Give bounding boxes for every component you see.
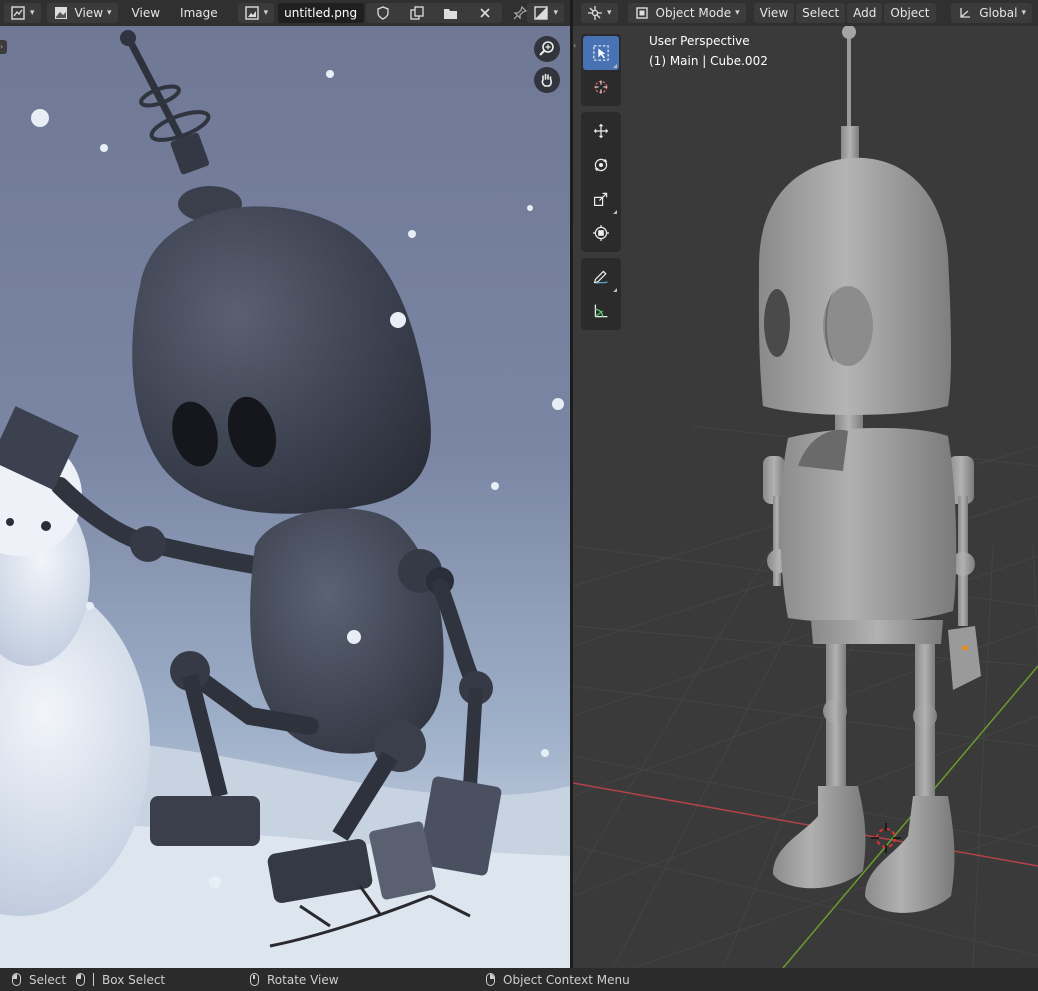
transform-orientation-dropdown[interactable]: Global ▾ — [951, 3, 1032, 23]
view-mode-label: View — [74, 6, 104, 20]
viewport-perspective-label: User Perspective — [649, 34, 750, 48]
chevron-down-icon: ▾ — [553, 8, 558, 18]
tool-group-transform — [581, 112, 621, 252]
mode-dropdown[interactable]: Object Mode ▾ — [627, 3, 746, 23]
chevron-down-icon: ▾ — [263, 8, 269, 18]
mouse-left-icon — [12, 973, 21, 986]
menu-view[interactable]: View — [753, 3, 795, 23]
sidebar-toggle[interactable]: › — [0, 40, 7, 54]
pan-button[interactable] — [534, 67, 560, 93]
3d-viewport: ▾ Object Mode ▾ View Select Add Object G… — [573, 0, 1038, 968]
chevron-down-icon: ▾ — [30, 8, 35, 18]
viewport-header: ▾ Object Mode ▾ View Select Add Object G… — [573, 0, 1038, 26]
cursor-icon — [593, 79, 609, 95]
menu-add[interactable]: Add — [847, 3, 883, 23]
status-context-menu: Object Context Menu — [486, 973, 630, 987]
transform-icon — [593, 225, 609, 241]
robot-model — [758, 26, 981, 913]
image-browse-icon — [244, 5, 260, 21]
transform-orientation-label: Global — [979, 6, 1018, 20]
zoom-icon — [539, 41, 555, 57]
scale-icon — [593, 191, 609, 207]
image-datablock-buttons — [365, 3, 502, 23]
rotate-tool[interactable] — [583, 148, 619, 182]
mouse-right-icon — [486, 973, 495, 986]
measure-tool[interactable] — [583, 294, 619, 328]
viewport-canvas[interactable]: User Perspective (1) Main | Cube.002 ‹ — [573, 26, 1038, 968]
move-tool[interactable] — [583, 114, 619, 148]
mode-label: Object Mode — [655, 6, 732, 20]
close-icon[interactable] — [468, 5, 502, 21]
menu-image[interactable]: Image — [174, 3, 224, 23]
duplicate-icon[interactable] — [400, 5, 434, 21]
tool-group-select — [581, 34, 621, 106]
status-bar: Select Box Select Rotate View Object Con… — [0, 968, 1038, 991]
zoom-button[interactable] — [534, 36, 560, 62]
editor-type-selector[interactable]: ▾ — [4, 3, 41, 23]
select-box-icon — [593, 45, 609, 61]
hand-icon — [539, 72, 555, 88]
status-rotate: Rotate View — [250, 973, 339, 987]
chevron-down-icon: ▾ — [107, 8, 112, 18]
cursor-tool[interactable] — [583, 70, 619, 104]
image-name-field[interactable]: untitled.png — [278, 3, 364, 23]
image-editor: ▾ View ▾ View Image ▾ untitled.png ▾ › — [0, 0, 570, 968]
status-select: Select — [12, 973, 66, 987]
pin-icon[interactable] — [512, 5, 528, 21]
transform-tool[interactable] — [583, 216, 619, 250]
scale-tool[interactable] — [583, 182, 619, 216]
menu-select[interactable]: Select — [796, 3, 846, 23]
shield-icon[interactable] — [366, 5, 400, 21]
global-axes-icon — [957, 5, 973, 21]
menu-object[interactable]: Object — [884, 3, 936, 23]
image-editor-header: ▾ View ▾ View Image ▾ untitled.png ▾ — [0, 0, 570, 26]
annotate-icon — [593, 269, 609, 285]
display-channels-dropdown[interactable]: ▾ — [527, 3, 564, 23]
annotate-tool[interactable] — [583, 260, 619, 294]
status-box-select-label: Box Select — [102, 972, 166, 987]
image-editor-icon — [10, 5, 26, 21]
measure-icon — [593, 303, 609, 319]
image-icon — [53, 5, 69, 21]
mouse-middle-icon — [250, 973, 259, 986]
view-mode-dropdown[interactable]: View ▾ — [46, 3, 118, 23]
select-box-tool[interactable] — [583, 36, 619, 70]
drag-indicator — [87, 973, 94, 986]
viewport-object-label: (1) Main | Cube.002 — [649, 54, 768, 68]
mouse-drag-icon — [76, 973, 85, 986]
editor-type-selector[interactable]: ▾ — [581, 3, 618, 23]
object-mode-icon — [634, 5, 650, 21]
chevron-down-icon: ▾ — [735, 8, 740, 18]
chevron-down-icon: ▾ — [1021, 8, 1026, 18]
image-browse-button[interactable]: ▾ — [237, 3, 275, 23]
rotate-icon — [593, 157, 609, 173]
robot-painting — [0, 30, 570, 968]
chevron-down-icon: ▾ — [607, 8, 612, 18]
viewport-scene — [573, 26, 1038, 968]
status-select-label: Select — [29, 972, 67, 987]
status-rotate-label: Rotate View — [267, 972, 339, 987]
menu-view[interactable]: View — [126, 3, 166, 23]
image-canvas[interactable]: › — [0, 26, 570, 968]
tool-group-annotate — [581, 258, 621, 330]
status-context-menu-label: Object Context Menu — [503, 972, 630, 987]
status-box-select: Box Select — [76, 973, 165, 987]
3d-viewport-icon — [587, 5, 603, 21]
display-channels-icon — [533, 5, 549, 21]
move-icon — [593, 123, 609, 139]
tool-shelf — [581, 34, 621, 336]
toolbar-collapse[interactable]: ‹ — [573, 38, 580, 54]
folder-icon[interactable] — [434, 5, 468, 21]
